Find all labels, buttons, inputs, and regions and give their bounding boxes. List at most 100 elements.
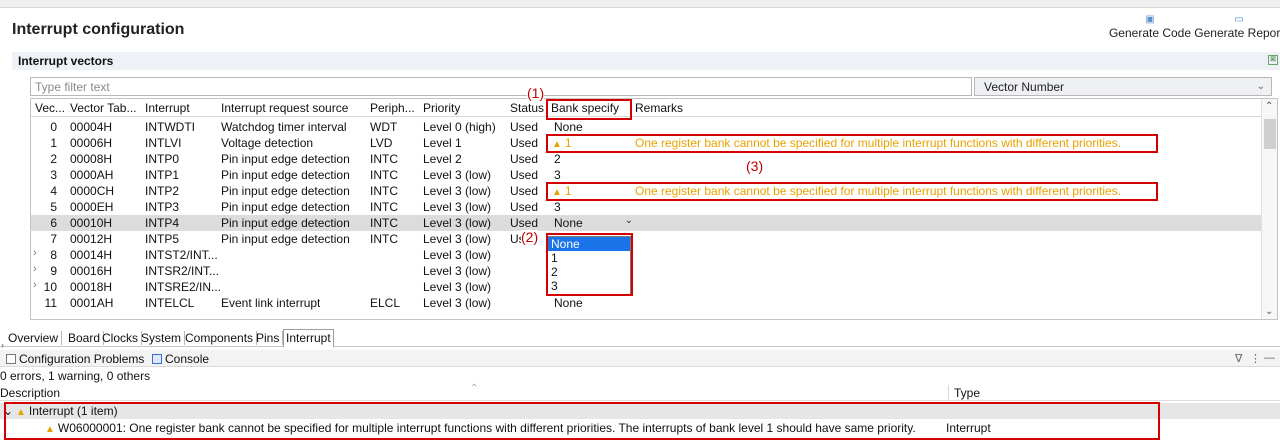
table-scrollbar[interactable]: ⌃ ⌄ xyxy=(1261,99,1277,319)
cell-interrupt: INTP2 xyxy=(145,184,180,198)
tabs-overflow-icon[interactable]: › xyxy=(1,340,4,350)
cell-interrupt: INTELCL xyxy=(145,296,195,310)
cell-bank[interactable]: None xyxy=(554,120,583,134)
col-header-request-source[interactable]: Interrupt request source xyxy=(221,101,348,115)
col-header-vector-table[interactable]: Vector Tab... xyxy=(70,101,137,115)
cell-vec: 1 xyxy=(50,136,57,150)
scroll-down-icon[interactable]: ⌄ xyxy=(1265,306,1273,317)
chevron-down-icon: ⌄ xyxy=(1256,81,1265,92)
col-header-vec[interactable]: Vec... xyxy=(35,101,65,115)
tab-pins[interactable]: Pins xyxy=(256,331,284,345)
table-row[interactable]: › 10 00018H INTSRE2/IN... Level 3 (low) xyxy=(31,279,1261,295)
annotation-label-3: (3) xyxy=(746,158,764,174)
tab-interrupt[interactable]: Interrupt xyxy=(283,329,334,347)
cell-priority: Level 3 (low) xyxy=(423,168,492,182)
cell-bank[interactable]: None xyxy=(554,296,583,310)
cell-bank[interactable]: 2 xyxy=(554,152,561,166)
cell-addr: 00006H xyxy=(70,136,113,150)
top-strip xyxy=(0,0,1280,8)
cell-interrupt: INTP4 xyxy=(145,216,180,230)
cell-vec: 9 xyxy=(50,264,57,278)
tab-problems-label: Configuration Problems xyxy=(19,352,145,366)
scroll-up-icon[interactable]: ⌃ xyxy=(1265,101,1273,112)
tab-board[interactable]: Board xyxy=(68,331,105,345)
bank-specify-combo[interactable]: None ⌄ xyxy=(551,215,635,231)
cell-priority: Level 3 (low) xyxy=(423,232,492,246)
cell-addr: 00014H xyxy=(70,248,113,262)
tab-console[interactable]: Console xyxy=(152,352,209,366)
cell-bank[interactable]: 3 xyxy=(554,168,561,182)
table-row[interactable]: 5 0000EH INTP3 Pin input edge detection … xyxy=(31,199,1261,215)
table-row[interactable]: 0 00004H INTWDTI Watchdog timer interval… xyxy=(31,119,1261,135)
cell-vec: 8 xyxy=(50,248,57,262)
col-header-type[interactable]: Type xyxy=(954,386,980,400)
cell-vec: 4 xyxy=(50,184,57,198)
cell-vec: 5 xyxy=(50,200,57,214)
cell-priority: Level 3 (low) xyxy=(423,264,492,278)
tab-system[interactable]: System xyxy=(141,331,186,345)
scrollbar-thumb[interactable] xyxy=(1264,119,1276,149)
cell-source: Pin input edge detection xyxy=(221,168,350,182)
cell-addr: 0000EH xyxy=(70,200,114,214)
problems-pane-tabs: Configuration Problems Console ∇ ⋮ — xyxy=(0,350,1280,367)
cell-addr: 00016H xyxy=(70,264,113,278)
table-row[interactable]: 3 0000AH INTP1 Pin input edge detection … xyxy=(31,167,1261,183)
cell-source: Pin input edge detection xyxy=(221,200,350,214)
table-row[interactable]: › 9 00016H INTSR2/INT... Level 3 (low) xyxy=(31,263,1261,279)
tab-console-label: Console xyxy=(165,352,210,366)
cell-source: Pin input edge detection xyxy=(221,216,350,230)
col-header-peripheral[interactable]: Periph... xyxy=(370,101,415,115)
cell-periph: INTC xyxy=(370,232,398,246)
cell-vec: 0 xyxy=(50,120,57,134)
tab-components[interactable]: Components xyxy=(185,331,258,345)
collapse-icon[interactable]: ⊠ xyxy=(1268,55,1278,65)
table-row[interactable]: 7 00012H INTP5 Pin input edge detection … xyxy=(31,231,1261,247)
table-header: Vec... Vector Tab... Interrupt Interrupt… xyxy=(31,99,1277,117)
col-header-priority[interactable]: Priority xyxy=(423,101,460,115)
col-header-remarks[interactable]: Remarks xyxy=(635,101,683,115)
cell-bank[interactable]: 3 xyxy=(554,200,561,214)
col-header-status[interactable]: Status xyxy=(510,101,544,115)
cell-status: Used xyxy=(510,216,539,230)
table-row-selected[interactable]: 6 00010H INTP4 Pin input edge detection … xyxy=(31,215,1261,231)
cell-vec: 11 xyxy=(44,296,57,310)
cell-priority: Level 3 (low) xyxy=(423,248,492,262)
filter-icon[interactable]: ∇ xyxy=(1235,352,1242,365)
tab-clocks[interactable]: Clocks xyxy=(102,331,143,345)
page-title: Interrupt configuration xyxy=(12,21,185,38)
filter-input[interactable]: Type filter text xyxy=(30,77,972,96)
table-row[interactable]: 11 0001AH INTELCL Event link interrupt E… xyxy=(31,295,1261,311)
cell-source: Watchdog timer interval xyxy=(221,120,347,134)
table-row[interactable]: 2 00008H INTP0 Pin input edge detection … xyxy=(31,151,1261,167)
cell-priority: Level 1 xyxy=(423,136,462,150)
sort-select[interactable]: Vector Number ⌄ xyxy=(974,77,1272,96)
col-header-description[interactable]: Description xyxy=(0,386,60,400)
cell-priority: Level 3 (low) xyxy=(423,200,492,214)
cell-status: Used xyxy=(510,120,539,134)
cell-interrupt: INTWDTI xyxy=(145,120,195,134)
col-header-interrupt[interactable]: Interrupt xyxy=(145,101,190,115)
tab-overview[interactable]: Overview xyxy=(8,331,63,345)
cell-vec: 10 xyxy=(43,280,57,294)
sort-select-value: Vector Number xyxy=(984,80,1065,94)
generate-code-button[interactable]: ▣ Generate Code xyxy=(1108,14,1192,40)
generate-report-icon: ▭ xyxy=(1234,14,1244,25)
cell-priority: Level 3 (low) xyxy=(423,296,492,310)
annotation-box-1 xyxy=(546,99,632,120)
tab-configuration-problems[interactable]: Configuration Problems xyxy=(6,352,144,366)
view-menu-icon[interactable]: ⋮ xyxy=(1250,352,1261,365)
cell-status: Used xyxy=(510,200,539,214)
column-divider[interactable] xyxy=(948,385,949,401)
chevron-down-icon: ⌄ xyxy=(624,215,633,226)
cell-periph: WDT xyxy=(370,120,398,134)
problems-icon xyxy=(6,354,16,364)
cell-vec: 7 xyxy=(50,232,57,246)
interrupt-vectors-header: Interrupt vectors ⊠ xyxy=(12,52,1280,70)
cell-addr: 0001AH xyxy=(70,296,114,310)
cell-interrupt: INTP0 xyxy=(145,152,180,166)
table-row[interactable]: › 8 00014H INTST2/INT... Level 3 (low) xyxy=(31,247,1261,263)
generate-code-icon: ▣ xyxy=(1145,14,1155,25)
minimize-icon[interactable]: — xyxy=(1264,352,1275,364)
cell-periph: LVD xyxy=(370,136,393,150)
generate-report-button[interactable]: ▭ Generate Report xyxy=(1194,14,1280,40)
